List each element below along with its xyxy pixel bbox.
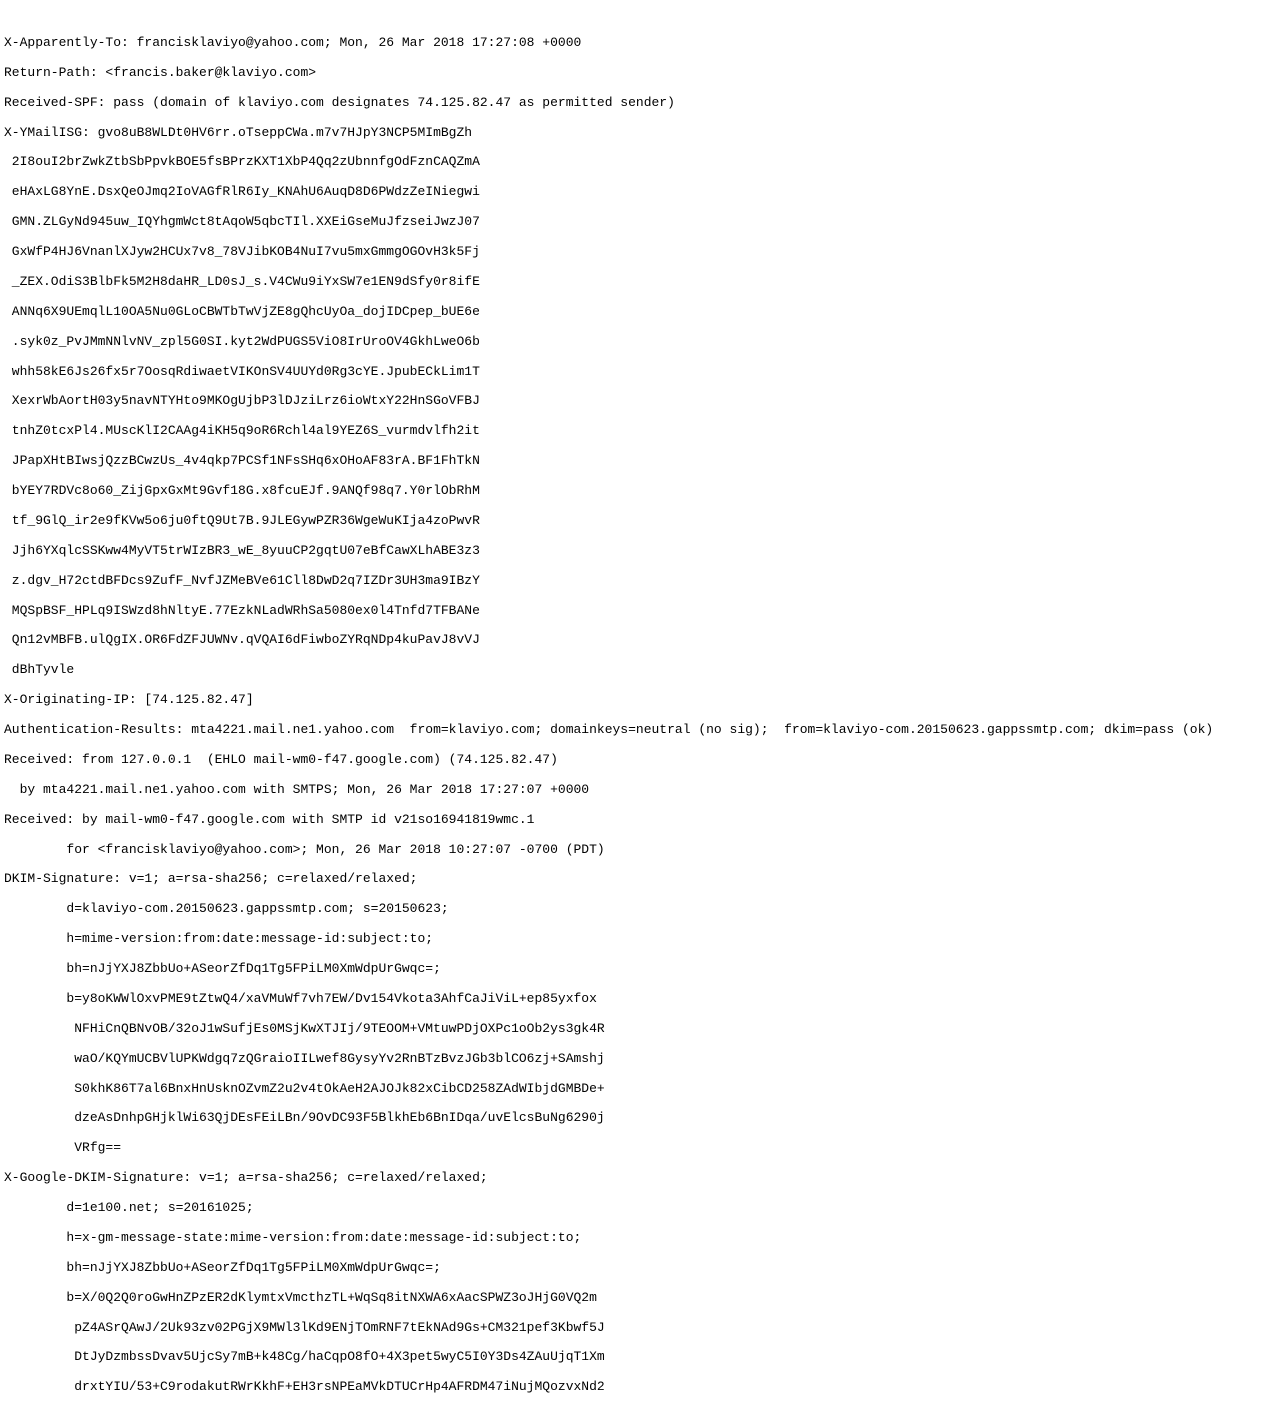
header-line: dBhTyvle	[4, 663, 1272, 678]
header-line: Received-SPF: pass (domain of klaviyo.co…	[4, 96, 1272, 111]
header-line: whh58kE6Js26fx5r7OosqRdiwaetVIKOnSV4UUYd…	[4, 365, 1272, 380]
header-line: bh=nJjYXJ8ZbbUo+ASeorZfDq1Tg5FPiLM0XmWdp…	[4, 962, 1272, 977]
header-line: Qn12vMBFB.ulQgIX.OR6FdZFJUWNv.qVQAI6dFiw…	[4, 633, 1272, 648]
header-line: 2I8ouI2brZwkZtbSbPpvkBOE5fsBPrzKXT1XbP4Q…	[4, 155, 1272, 170]
header-line: waO/KQYmUCBVlUPKWdgq7zQGraioIILwef8GysyY…	[4, 1052, 1272, 1067]
header-line: d=1e100.net; s=20161025;	[4, 1201, 1272, 1216]
header-line: .syk0z_PvJMmNNlvNV_zpl5G0SI.kyt2WdPUGS5V…	[4, 335, 1272, 350]
header-line: _ZEX.OdiS3BlbFk5M2H8daHR_LD0sJ_s.V4CWu9i…	[4, 275, 1272, 290]
header-line: Received: by mail-wm0-f47.google.com wit…	[4, 813, 1272, 828]
header-line: ANNq6X9UEmqlL10OA5Nu0GLoCBWTbTwVjZE8gQhc…	[4, 305, 1272, 320]
header-line: JPapXHtBIwsjQzzBCwzUs_4v4qkp7PCSf1NFsSHq…	[4, 454, 1272, 469]
header-line: drxtYIU/53+C9rodakutRWrKkhF+EH3rsNPEaMVk…	[4, 1380, 1272, 1395]
header-line: eHAxLG8YnE.DsxQeOJmq2IoVAGfRlR6Iy_KNAhU6…	[4, 185, 1272, 200]
email-headers-block: X-Apparently-To: francisklaviyo@yahoo.co…	[4, 36, 1272, 1402]
header-line: b=X/0Q2Q0roGwHnZPzER2dKlymtxVmcthzTL+WqS…	[4, 1291, 1272, 1306]
header-line: Return-Path: <francis.baker@klaviyo.com>	[4, 66, 1272, 81]
header-line: GMN.ZLGyNd945uw_IQYhgmWct8tAqoW5qbcTIl.X…	[4, 215, 1272, 230]
header-line: d=klaviyo-com.20150623.gappssmtp.com; s=…	[4, 902, 1272, 917]
header-line: DtJyDzmbssDvav5UjcSy7mB+k48Cg/haCqpO8fO+…	[4, 1350, 1272, 1365]
header-line: by mta4221.mail.ne1.yahoo.com with SMTPS…	[4, 783, 1272, 798]
header-line: Jjh6YXqlcSSKww4MyVT5trWIzBR3_wE_8yuuCP2g…	[4, 544, 1272, 559]
header-line: tnhZ0tcxPl4.MUscKlI2CAAg4iKH5q9oR6Rchl4a…	[4, 424, 1272, 439]
header-line: S0khK86T7al6BnxHnUsknOZvmZ2u2v4tOkAeH2AJ…	[4, 1082, 1272, 1097]
header-line: DKIM-Signature: v=1; a=rsa-sha256; c=rel…	[4, 872, 1272, 887]
header-line: pZ4ASrQAwJ/2Uk93zv02PGjX9MWl3lKd9ENjTOmR…	[4, 1321, 1272, 1336]
header-line: MQSpBSF_HPLq9ISWzd8hNltyE.77EzkNLadWRhSa…	[4, 604, 1272, 619]
header-line: for <francisklaviyo@yahoo.com>; Mon, 26 …	[4, 843, 1272, 858]
header-line: bYEY7RDVc8o60_ZijGpxGxMt9Gvf18G.x8fcuEJf…	[4, 484, 1272, 499]
header-line: Received: from 127.0.0.1 (EHLO mail-wm0-…	[4, 753, 1272, 768]
header-line: GxWfP4HJ6VnanlXJyw2HCUx7v8_78VJibKOB4NuI…	[4, 245, 1272, 260]
header-line: XexrWbAortH03y5navNTYHto9MKOgUjbP3lDJziL…	[4, 394, 1272, 409]
header-line: b=y8oKWWlOxvPME9tZtwQ4/xaVMuWf7vh7EW/Dv1…	[4, 992, 1272, 1007]
header-line: bh=nJjYXJ8ZbbUo+ASeorZfDq1Tg5FPiLM0XmWdp…	[4, 1261, 1272, 1276]
header-line: z.dgv_H72ctdBFDcs9ZufF_NvfJZMeBVe61Cll8D…	[4, 574, 1272, 589]
header-line: Authentication-Results: mta4221.mail.ne1…	[4, 723, 1272, 738]
header-line: tf_9GlQ_ir2e9fKVw5o6ju0ftQ9Ut7B.9JLEGywP…	[4, 514, 1272, 529]
header-line: dzeAsDnhpGHjklWi63QjDEsFEiLBn/9OvDC93F5B…	[4, 1111, 1272, 1126]
header-line: h=x-gm-message-state:mime-version:from:d…	[4, 1231, 1272, 1246]
header-line: NFHiCnQBNvOB/32oJ1wSufjEs0MSjKwXTJIj/9TE…	[4, 1022, 1272, 1037]
header-line: h=mime-version:from:date:message-id:subj…	[4, 932, 1272, 947]
header-line: X-Google-DKIM-Signature: v=1; a=rsa-sha2…	[4, 1171, 1272, 1186]
header-line: VRfg==	[4, 1141, 1272, 1156]
header-line: X-YMailISG: gvo8uB8WLDt0HV6rr.oTseppCWa.…	[4, 126, 1272, 141]
header-line: X-Apparently-To: francisklaviyo@yahoo.co…	[4, 36, 1272, 51]
